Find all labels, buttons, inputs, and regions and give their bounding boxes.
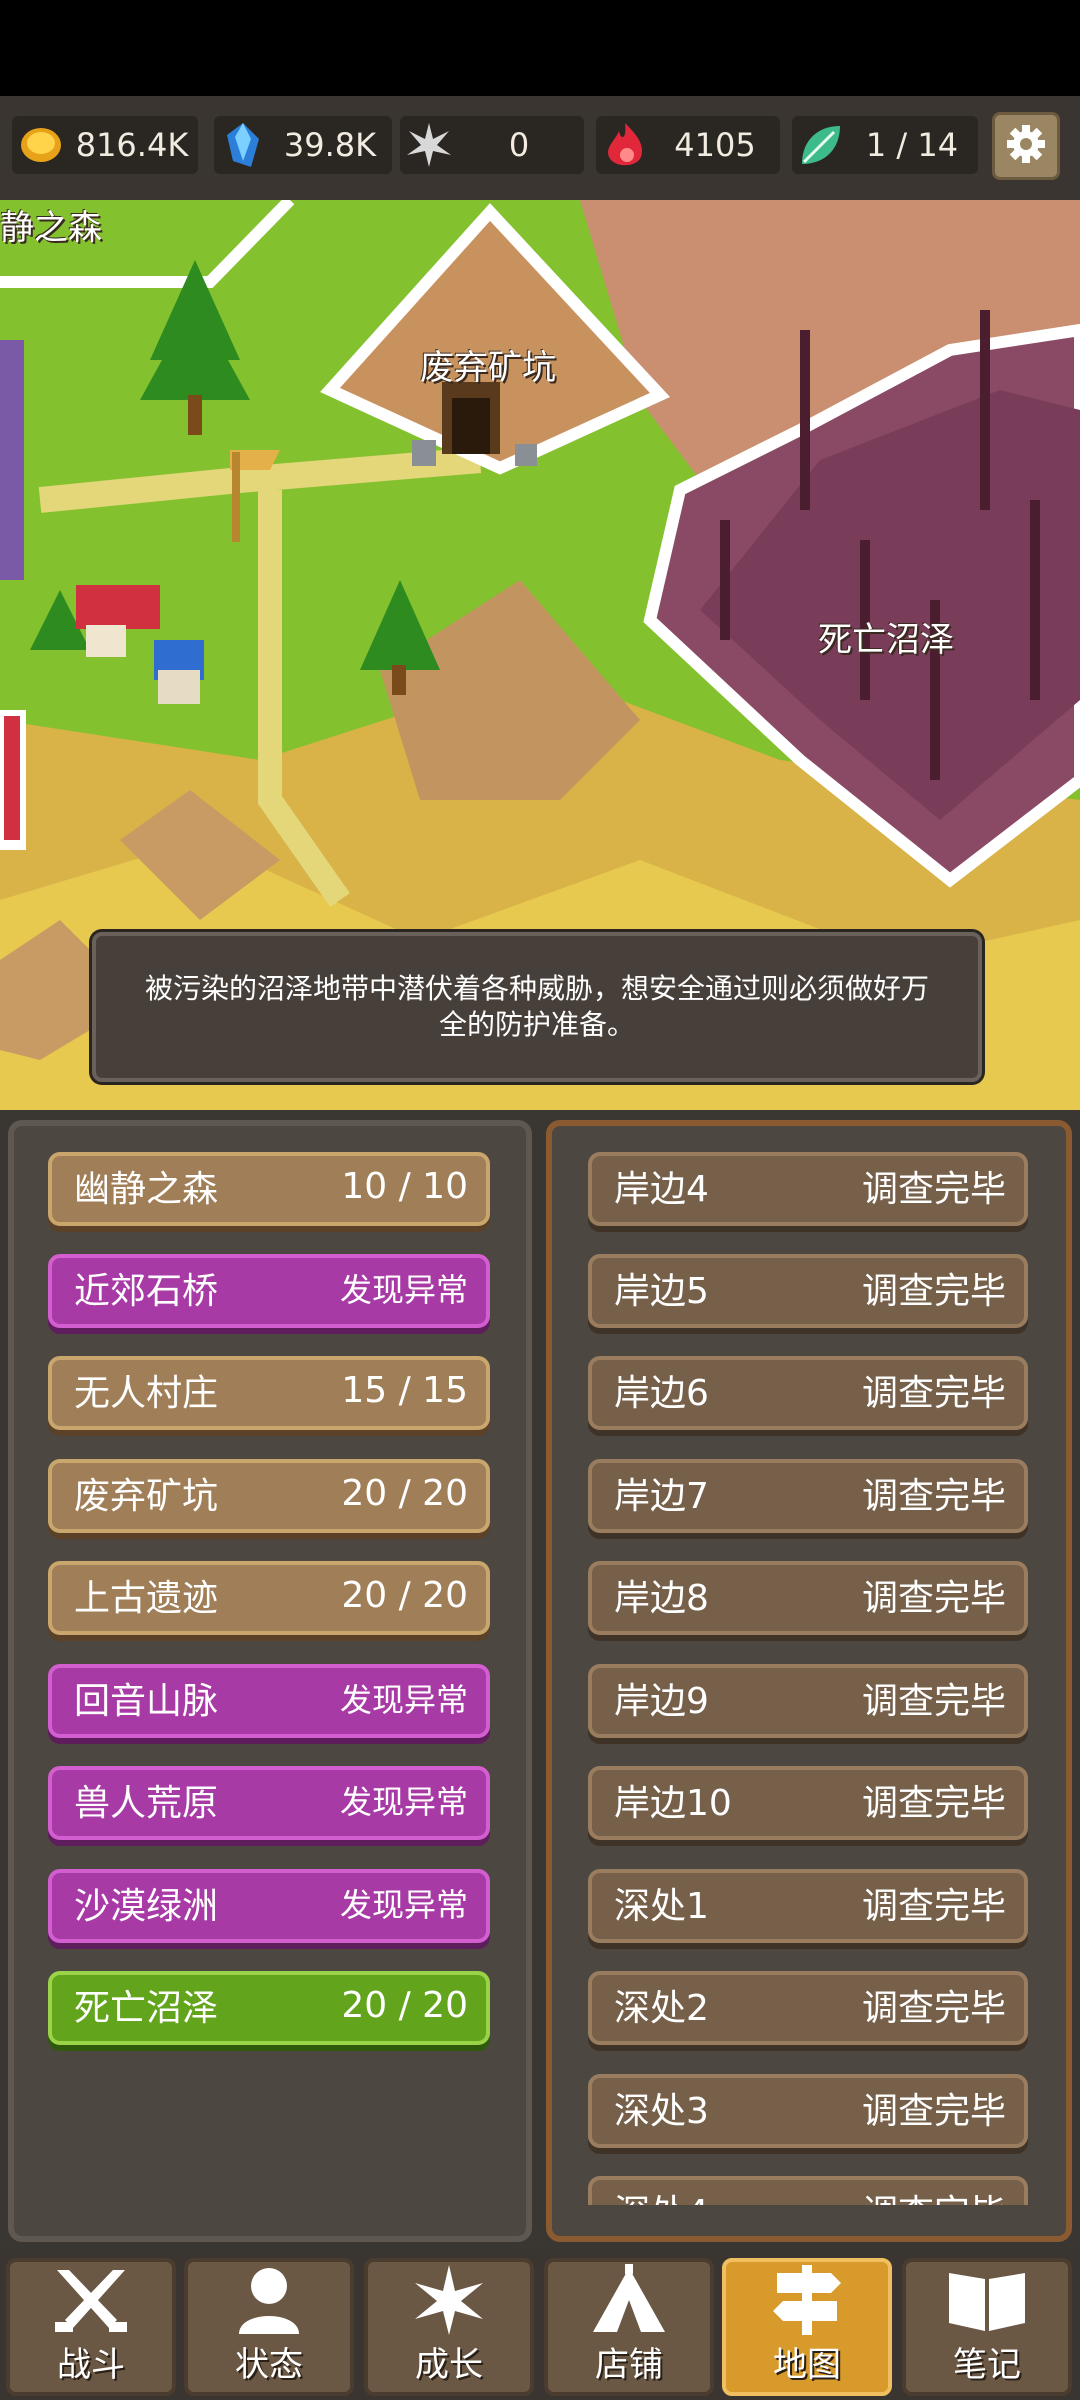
blue-crystal-icon bbox=[218, 120, 268, 170]
flame-value: 4105 bbox=[674, 126, 756, 164]
nav-tab-notes[interactable]: 笔记 bbox=[902, 2258, 1072, 2396]
resource-leaf: 1 / 14 bbox=[792, 116, 978, 174]
bottom-nav: 战斗 状态 成长 店铺 地图 笔记 bbox=[0, 2250, 1080, 2400]
world-map[interactable]: 静之森 废弃矿坑 死亡沼泽 被污染的沼泽地带中潜伏着各种威胁，想安全通过则必须做… bbox=[0, 200, 1080, 1110]
spot-button[interactable]: 岸边5 调查完毕 bbox=[588, 1254, 1028, 1328]
region-button-ruins[interactable]: 上古遗迹 20 / 20 bbox=[48, 1561, 490, 1635]
red-flame-icon bbox=[600, 120, 650, 170]
resource-gold: 816.4K bbox=[12, 116, 198, 174]
signpost-icon bbox=[769, 2262, 845, 2337]
shard-value: 0 bbox=[508, 126, 530, 164]
spot-button[interactable]: 岸边7 调查完毕 bbox=[588, 1459, 1028, 1533]
spot-button[interactable]: 岸边6 调查完毕 bbox=[588, 1356, 1028, 1430]
star-shard-icon bbox=[404, 120, 454, 170]
map-label-mine[interactable]: 废弃矿坑 bbox=[420, 340, 556, 389]
spot-button[interactable]: 岸边4 调查完毕 bbox=[588, 1152, 1028, 1226]
spot-button[interactable]: 深处2 调查完毕 bbox=[588, 1971, 1028, 2045]
map-label-forest[interactable]: 静之森 bbox=[0, 200, 102, 249]
leaf-value: 1 / 14 bbox=[865, 126, 959, 164]
settings-button[interactable] bbox=[992, 112, 1060, 180]
crossed-swords-icon bbox=[51, 2262, 131, 2337]
spot-button[interactable]: 岸边9 调查完毕 bbox=[588, 1664, 1028, 1738]
nav-tab-growth[interactable]: 成长 bbox=[364, 2258, 534, 2396]
resource-shard: 0 bbox=[400, 116, 584, 174]
resource-flame: 4105 bbox=[596, 116, 780, 174]
person-icon bbox=[234, 2262, 304, 2337]
region-description: 被污染的沼泽地带中潜伏着各种威胁，想安全通过则必须做好万全的防护准备。 bbox=[92, 932, 982, 1082]
sparkle-icon bbox=[411, 2262, 487, 2337]
map-label-swamp[interactable]: 死亡沼泽 bbox=[818, 612, 954, 661]
spot-list-scroll[interactable]: 岸边4 调查完毕 岸边5 调查完毕 岸边6 调查完毕 岸边7 调查完毕 岸边8 调查完毕 … bbox=[556, 1130, 1062, 2205]
tent-icon bbox=[591, 2262, 667, 2337]
nav-tab-shop[interactable]: 店铺 bbox=[544, 2258, 714, 2396]
region-button-wasteland[interactable]: 兽人荒原 发现异常 bbox=[48, 1766, 490, 1840]
region-button-swamp[interactable]: 死亡沼泽 20 / 20 bbox=[48, 1971, 490, 2045]
resource-crystal: 39.8K bbox=[214, 116, 392, 174]
nav-tab-map[interactable]: 地图 bbox=[722, 2258, 892, 2396]
nav-tab-status[interactable]: 状态 bbox=[184, 2258, 354, 2396]
status-bar bbox=[0, 0, 1080, 96]
region-button-mountains[interactable]: 回音山脉 发现异常 bbox=[48, 1664, 490, 1738]
region-button-forest[interactable]: 幽静之森 10 / 10 bbox=[48, 1152, 490, 1226]
region-button-oasis[interactable]: 沙漠绿洲 发现异常 bbox=[48, 1869, 490, 1943]
spot-button[interactable]: 深处4调查完毕 bbox=[588, 2176, 1028, 2205]
spot-button[interactable]: 岸边8 调查完毕 bbox=[588, 1561, 1028, 1635]
nav-tab-battle[interactable]: 战斗 bbox=[6, 2258, 176, 2396]
gold-value: 816.4K bbox=[75, 126, 189, 164]
resource-bar: 816.4K 39.8K 0 4105 1 / 14 bbox=[0, 96, 1080, 200]
gear-icon bbox=[1006, 124, 1046, 168]
green-leaf-icon bbox=[796, 120, 846, 170]
crystal-value: 39.8K bbox=[283, 126, 377, 164]
region-button-village[interactable]: 无人村庄 15 / 15 bbox=[48, 1356, 490, 1430]
spot-button[interactable]: 岸边10 调查完毕 bbox=[588, 1766, 1028, 1840]
region-button-mine[interactable]: 废弃矿坑 20 / 20 bbox=[48, 1459, 490, 1533]
open-book-icon bbox=[945, 2262, 1029, 2337]
gold-coin-icon bbox=[16, 120, 66, 170]
spot-button[interactable]: 深处1 调查完毕 bbox=[588, 1869, 1028, 1943]
spot-button[interactable]: 深处3 调查完毕 bbox=[588, 2074, 1028, 2148]
region-button-bridge[interactable]: 近郊石桥 发现异常 bbox=[48, 1254, 490, 1328]
